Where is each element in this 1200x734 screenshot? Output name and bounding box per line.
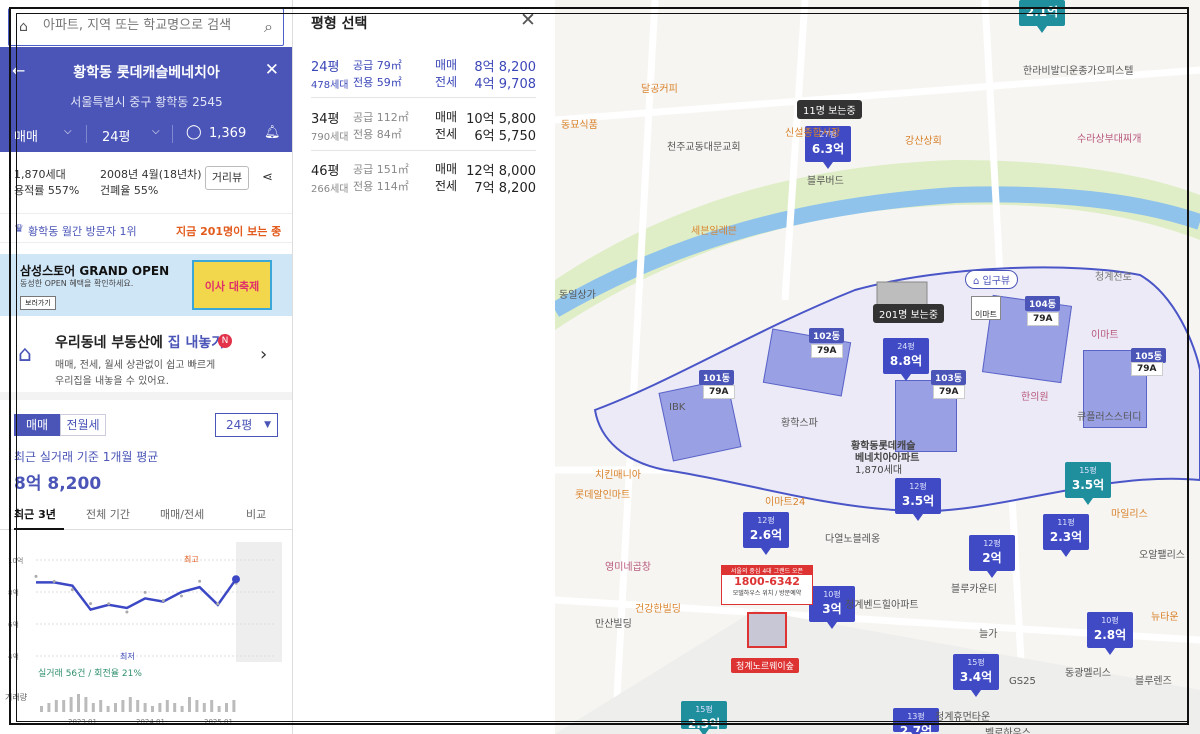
overlay-frame	[16, 13, 1188, 722]
map-label: 벨로하우스	[985, 728, 1031, 734]
